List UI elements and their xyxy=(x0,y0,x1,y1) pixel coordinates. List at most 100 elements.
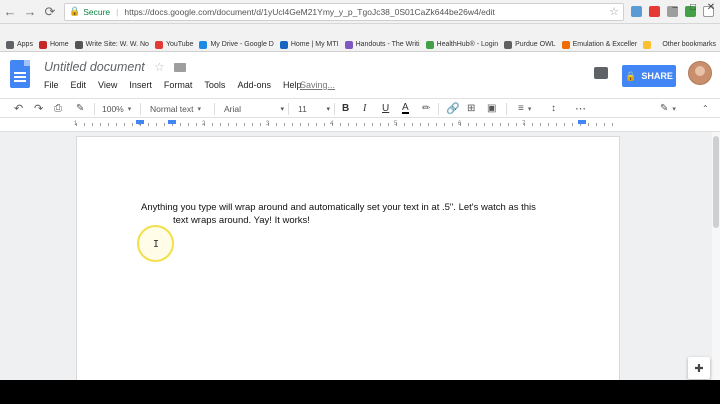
align-icon[interactable]: ≡ xyxy=(518,102,531,115)
bookmark-item[interactable]: HealthHub® - Login xyxy=(425,40,498,49)
ruler-tick xyxy=(124,123,125,126)
paint-format-icon[interactable]: ✎ xyxy=(76,102,84,115)
link-icon[interactable]: 🔗 xyxy=(446,102,460,115)
forward-icon[interactable]: → xyxy=(20,2,40,22)
ruler-number: 1 xyxy=(74,121,78,127)
menu-item-file[interactable]: File xyxy=(44,80,59,90)
left-indent-marker[interactable] xyxy=(136,120,144,124)
bookmark-item[interactable]: Emulation & Exceller xyxy=(561,40,638,49)
ruler-tick xyxy=(276,123,277,126)
editing-mode-icon[interactable]: ✎ xyxy=(660,102,676,115)
avatar[interactable] xyxy=(688,61,712,85)
extension-icon[interactable] xyxy=(631,6,642,17)
close-icon[interactable]: ✕ xyxy=(702,0,720,14)
star-icon[interactable]: ☆ xyxy=(154,60,165,74)
bookmark-item[interactable] xyxy=(643,40,654,49)
bookmark-label: Purdue OWL xyxy=(515,41,556,48)
bookmark-item[interactable]: Home | My MTI xyxy=(279,40,339,49)
ruler-number: 7 xyxy=(522,121,526,127)
text-color-button[interactable]: A xyxy=(402,102,409,114)
ruler-tick xyxy=(324,123,325,126)
ruler-number: 5 xyxy=(394,121,398,127)
underline-button[interactable]: U xyxy=(382,102,389,115)
print-icon[interactable]: ⎙ xyxy=(54,102,62,115)
ruler-tick xyxy=(540,123,541,126)
share-label: SHARE xyxy=(641,71,673,81)
ruler-tick xyxy=(212,123,213,126)
divider xyxy=(94,103,95,115)
ruler-tick xyxy=(228,123,229,126)
vertical-scrollbar[interactable] xyxy=(712,132,720,380)
menu-item-format[interactable]: Format xyxy=(164,80,193,90)
bookmark-star-icon[interactable]: ☆ xyxy=(609,5,619,18)
zoom-select[interactable]: 100% xyxy=(102,102,131,115)
ruler[interactable]: 11234567 xyxy=(0,118,720,132)
menu-item-tools[interactable]: Tools xyxy=(204,80,225,90)
bookmark-label: Emulation & Exceller xyxy=(572,41,638,48)
ruler-tick xyxy=(236,123,237,126)
font-name: Arial xyxy=(224,103,242,114)
docs-logo-icon[interactable] xyxy=(10,60,30,88)
ruler-tick xyxy=(508,123,509,126)
collapse-icon[interactable]: ⌃ xyxy=(702,102,709,115)
bookmark-label: Handouts - The Writi xyxy=(355,41,420,48)
scrollbar-thumb[interactable] xyxy=(713,136,719,228)
menu-item-edit[interactable]: Edit xyxy=(71,80,87,90)
bookmark-item[interactable]: Handouts - The Writi xyxy=(344,40,420,49)
more-icon[interactable]: ⋯ xyxy=(575,102,586,115)
other-bookmarks[interactable]: Other bookmarks xyxy=(662,41,716,48)
ruler-number: 3 xyxy=(266,121,270,127)
ruler-tick xyxy=(604,123,605,126)
bookmark-item[interactable]: Apps xyxy=(6,40,33,49)
ruler-tick xyxy=(428,123,429,126)
bookmark-label: My Drive - Google D xyxy=(210,41,274,48)
bookmark-item[interactable]: Home xyxy=(38,40,69,49)
document-title[interactable]: Untitled document xyxy=(44,60,145,74)
ruler-tick xyxy=(180,123,181,126)
menu-item-insert[interactable]: Insert xyxy=(129,80,152,90)
document-paragraph[interactable]: Anything you type will wrap around and a… xyxy=(141,201,581,227)
font-size-select[interactable]: 11 ▾ xyxy=(298,102,330,115)
redo-icon[interactable]: ↷ xyxy=(34,102,43,115)
undo-icon[interactable]: ↶ xyxy=(14,102,23,115)
italic-button[interactable]: I xyxy=(363,102,366,115)
extension-icon[interactable] xyxy=(649,6,660,17)
first-line-indent-marker[interactable] xyxy=(168,120,176,124)
insert-image-icon[interactable]: ▣ xyxy=(487,102,496,115)
explore-button[interactable]: ✚ xyxy=(688,357,710,379)
bookmark-item[interactable]: My Drive - Google D xyxy=(199,40,274,49)
ruler-tick xyxy=(108,123,109,126)
bookmark-item[interactable]: Purdue OWL xyxy=(504,40,556,49)
reload-icon[interactable]: ⟳ xyxy=(40,2,60,22)
font-select[interactable]: Arial ▾ xyxy=(224,102,284,115)
save-status[interactable]: Saving... xyxy=(300,80,335,90)
security-label: Secure xyxy=(83,6,111,17)
right-indent-marker[interactable] xyxy=(578,120,586,124)
ruler-tick xyxy=(348,123,349,126)
bookmark-icon xyxy=(199,40,208,49)
menu-item-help[interactable]: Help xyxy=(283,80,302,90)
menu-item-view[interactable]: View xyxy=(98,80,117,90)
address-bar[interactable]: 🔒 Secure | https://docs.google.com/docum… xyxy=(64,2,624,21)
ruler-tick xyxy=(92,123,93,126)
bookmark-item[interactable]: YouTube xyxy=(154,40,193,49)
bookmark-icon xyxy=(154,40,163,49)
insert-comment-icon[interactable]: ⊞ xyxy=(467,102,475,115)
maximize-icon[interactable]: □ xyxy=(684,0,702,14)
bold-button[interactable]: B xyxy=(342,102,349,115)
back-icon[interactable]: ← xyxy=(0,2,20,22)
line-spacing-icon[interactable]: ↕ xyxy=(551,102,556,115)
comments-icon[interactable] xyxy=(594,67,608,79)
folder-icon[interactable] xyxy=(174,63,186,72)
ruler-tick xyxy=(284,123,285,126)
menu-item-addons[interactable]: Add-ons xyxy=(237,80,271,90)
bookmark-item[interactable]: Write Site: W. W. No xyxy=(74,40,149,49)
bookmark-icon xyxy=(38,40,47,49)
minimize-icon[interactable]: – xyxy=(666,0,684,14)
ruler-tick xyxy=(156,123,157,126)
share-button[interactable]: 🔒 SHARE xyxy=(622,65,676,87)
style-select[interactable]: Normal text xyxy=(150,102,201,115)
ruler-tick xyxy=(340,123,341,126)
highlight-icon[interactable]: ✏ xyxy=(422,102,430,115)
ruler-tick xyxy=(260,123,261,126)
